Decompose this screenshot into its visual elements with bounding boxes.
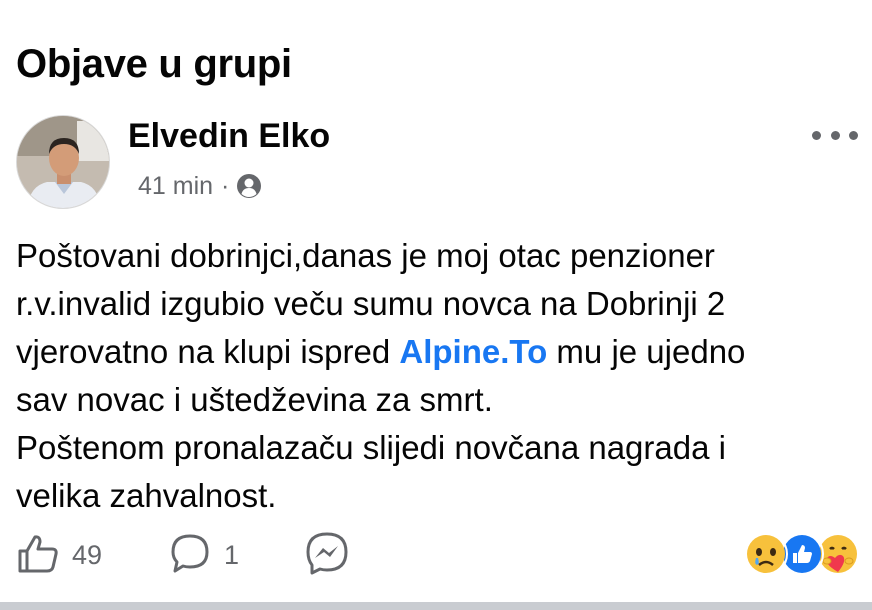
page-link[interactable]: Alpine.To [399,333,547,370]
post-line-text: mu je ujedno [547,333,746,370]
comment-button[interactable]: 1 [168,530,239,580]
sad-reaction-icon [744,532,788,576]
comment-icon [168,531,212,580]
dot [830,130,840,140]
meta-separator: · [221,172,230,200]
like-count: 49 [72,539,103,570]
post-line: sav novac i uštedževina za smrt. [16,381,493,418]
post-line: Poštenom pronalazaču slijedi novčana nag… [16,429,726,466]
post-meta: 41 min · [138,170,263,202]
post-line: velika zahvalnost. [16,477,277,514]
messenger-icon [304,530,350,581]
section-title: Objave u grupi [16,42,292,86]
post-line: Poštovani dobrinjci,danas je moj otac pe… [16,237,715,274]
divider [0,602,872,610]
share-button[interactable] [304,530,350,580]
thumbs-up-icon [16,531,60,580]
like-button[interactable]: 49 [16,530,102,580]
more-options-icon[interactable] [812,124,858,146]
dot [849,130,858,140]
post-line-text: vjerovatno na klupi ispred [16,333,400,370]
avatar-photo [17,116,109,208]
reaction-summary[interactable] [744,532,860,576]
action-bar: 49 1 [0,530,872,580]
group-members-icon [235,172,263,200]
avatar[interactable] [16,115,110,209]
post-line: r.v.invalid izgubio veču sumu novca na D… [16,285,726,322]
post-line: vjerovatno na klupi ispred Alpine.To mu … [16,328,856,376]
post-time[interactable]: 41 min [138,170,213,202]
author-name[interactable]: Elvedin Elko [128,116,330,156]
comment-count: 1 [224,539,240,570]
post-text: Poštovani dobrinjci,danas je moj otac pe… [16,232,856,520]
dot [812,130,821,140]
